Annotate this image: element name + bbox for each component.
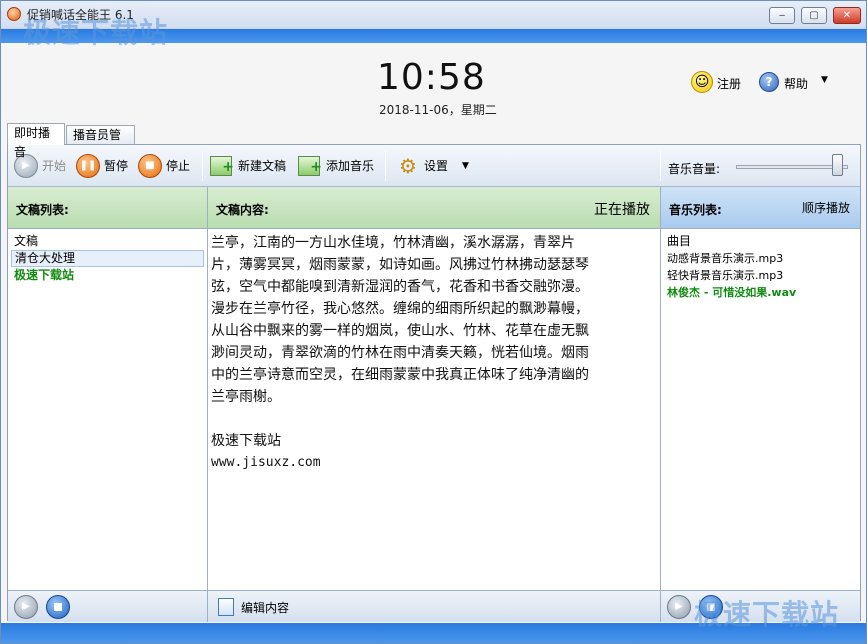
doc-list: 文稿 清仓大处理 极速下载站 (11, 232, 204, 284)
content-line: 渺间灵动，青翠欲滴的竹林在雨中清奏天籁，恍若仙境。烟雨 (211, 345, 589, 361)
maximize-button[interactable]: ▢ (801, 7, 827, 24)
music-list-item[interactable]: 林俊杰 - 可惜没如果.wav (664, 284, 857, 301)
content-line: 兰亭，江南的一方山水佳境，竹林清幽，溪水潺潺，青翠片 (211, 235, 575, 251)
watermark-top: 极速下载站 (23, 16, 169, 49)
broadcast-panel: ▶ 开始 ❚❚ 暂停 ■ 停止 新建文稿 添加音乐 ⚙ (7, 144, 861, 622)
volume-slider-thumb[interactable] (831, 154, 843, 176)
maximize-icon: ▢ (809, 10, 819, 21)
music-list-pane: 音乐列表: 顺序播放 曲目 动感背景音乐演示.mp3 轻快背景音乐演示.mp3 … (661, 187, 860, 622)
doc-content-text[interactable]: 兰亭，江南的一方山水佳境，竹林清幽，溪水潺潺，青翠片 片，薄雾冥冥，烟雨蒙蒙，如… (211, 232, 656, 474)
help-dropdown-caret-icon[interactable]: ▼ (821, 75, 828, 85)
doc-list-footer: ▶ (8, 590, 207, 622)
register-button[interactable]: 注册 (717, 75, 741, 92)
content-site-url: www.jisuxz.com (211, 455, 321, 470)
tab-instant-broadcast[interactable]: 即时播音 (7, 123, 65, 159)
doc-content-header: 文稿内容: 正在播放 (208, 187, 660, 229)
close-icon: ✕ (842, 10, 852, 21)
new-doc-icon (210, 155, 234, 179)
help-icon[interactable]: ? (759, 72, 779, 92)
watermark-bottom: 极速下载站 (694, 598, 840, 631)
pause-label: 暂停 (104, 159, 129, 173)
doc-content-title: 文稿内容: (216, 203, 269, 217)
minimize-icon: ‒ (778, 10, 786, 21)
music-list: 曲目 动感背景音乐演示.mp3 轻快背景音乐演示.mp3 林俊杰 - 可惜没如果… (664, 232, 857, 301)
tab-announcer-manage[interactable]: 播音员管理 (66, 125, 135, 161)
doc-content-footer: 编辑内容 (208, 590, 660, 622)
content-line: 从山谷中飘来的雾一样的烟岚，使山水、竹林、花草在虚无飘 (211, 323, 589, 339)
doc-play-icon[interactable]: ▶ (14, 595, 38, 619)
add-music-label: 添加音乐 (326, 159, 375, 173)
stop-icon: ■ (138, 154, 162, 178)
doc-list-title: 文稿列表: (16, 203, 69, 217)
edit-content-icon[interactable] (218, 598, 234, 616)
music-list-item[interactable]: 动感背景音乐演示.mp3 (664, 250, 857, 267)
toolbar-separator (202, 151, 203, 181)
doc-list-pane: 文稿列表: 文稿 清仓大处理 极速下载站 ▶ (8, 187, 208, 622)
pause-button[interactable]: ❚❚ 暂停 (76, 154, 132, 178)
content-line: 漫步在兰亭竹径，我心悠然。缠绵的细雨所织起的飘渺幕幔， (211, 301, 589, 317)
doc-list-column-header: 文稿 (14, 234, 39, 248)
settings-button[interactable]: ⚙ 设置 ▼ (396, 154, 476, 178)
playback-status: 正在播放 (594, 202, 650, 218)
settings-gear-icon: ⚙ (399, 154, 417, 178)
toolbar-separator (660, 151, 661, 181)
new-doc-label: 新建文稿 (238, 159, 287, 173)
register-smile-icon[interactable]: ☺ (691, 71, 713, 93)
volume-label: 音乐音量: (668, 162, 721, 176)
doc-content-pane: 文稿内容: 正在播放 兰亭，江南的一方山水佳境，竹林清幽，溪水潺潺，青翠片 片，… (208, 187, 661, 622)
content-line: 兰亭雨榭。 (211, 389, 281, 405)
content-line: 片，薄雾冥冥，烟雨蒙蒙，如诗如画。风拂过竹林拂动瑟瑟琴 (211, 257, 589, 273)
music-list-header: 音乐列表: 顺序播放 (661, 187, 860, 229)
minimize-button[interactable]: ‒ (769, 7, 795, 24)
settings-dropdown-caret-icon[interactable]: ▼ (462, 154, 469, 178)
app-window: 促销喊话全能王 6.1 ‒ ▢ ✕ 极速下载站 10:58 2018-11-06… (0, 0, 867, 644)
clock-date: 2018-11-06，星期二 (379, 103, 497, 117)
pause-icon: ❚❚ (76, 154, 100, 178)
clock-time: 10:58 (377, 57, 486, 98)
music-list-item[interactable]: 轻快背景音乐演示.mp3 (664, 267, 857, 284)
app-icon (7, 7, 21, 21)
settings-label: 设置 (424, 159, 449, 173)
content-site-name: 极速下载站 (211, 433, 281, 449)
stop-button[interactable]: ■ 停止 (138, 154, 194, 178)
doc-stop-icon[interactable] (46, 595, 70, 619)
add-music-icon (298, 155, 322, 179)
content-line: 中的兰亭诗意而空灵，在细雨蒙蒙中我真正体味了纯净清幽的 (211, 367, 589, 383)
help-button[interactable]: 帮助 (784, 75, 808, 92)
play-mode-button[interactable]: 顺序播放 (802, 199, 850, 216)
close-button[interactable]: ✕ (833, 7, 861, 24)
content-line: 弦，空气中都能嗅到清新湿润的香气，花香和书香交融弥漫。 (211, 279, 589, 295)
stop-label: 停止 (166, 159, 191, 173)
music-list-title: 音乐列表: (669, 203, 722, 217)
add-music-button[interactable]: 添加音乐 (298, 154, 380, 179)
music-play-icon[interactable]: ▶ (667, 595, 691, 619)
doc-list-header: 文稿列表: (8, 187, 207, 229)
music-list-column-header: 曲目 (667, 234, 692, 248)
toolbar-separator (385, 151, 386, 181)
doc-list-item[interactable]: 清仓大处理 (11, 250, 204, 267)
toolbar: ▶ 开始 ❚❚ 暂停 ■ 停止 新建文稿 添加音乐 ⚙ (8, 145, 860, 187)
edit-content-button[interactable]: 编辑内容 (241, 599, 289, 616)
new-doc-button[interactable]: 新建文稿 (210, 154, 292, 179)
start-label: 开始 (42, 159, 67, 173)
doc-list-item[interactable]: 极速下载站 (11, 267, 204, 284)
